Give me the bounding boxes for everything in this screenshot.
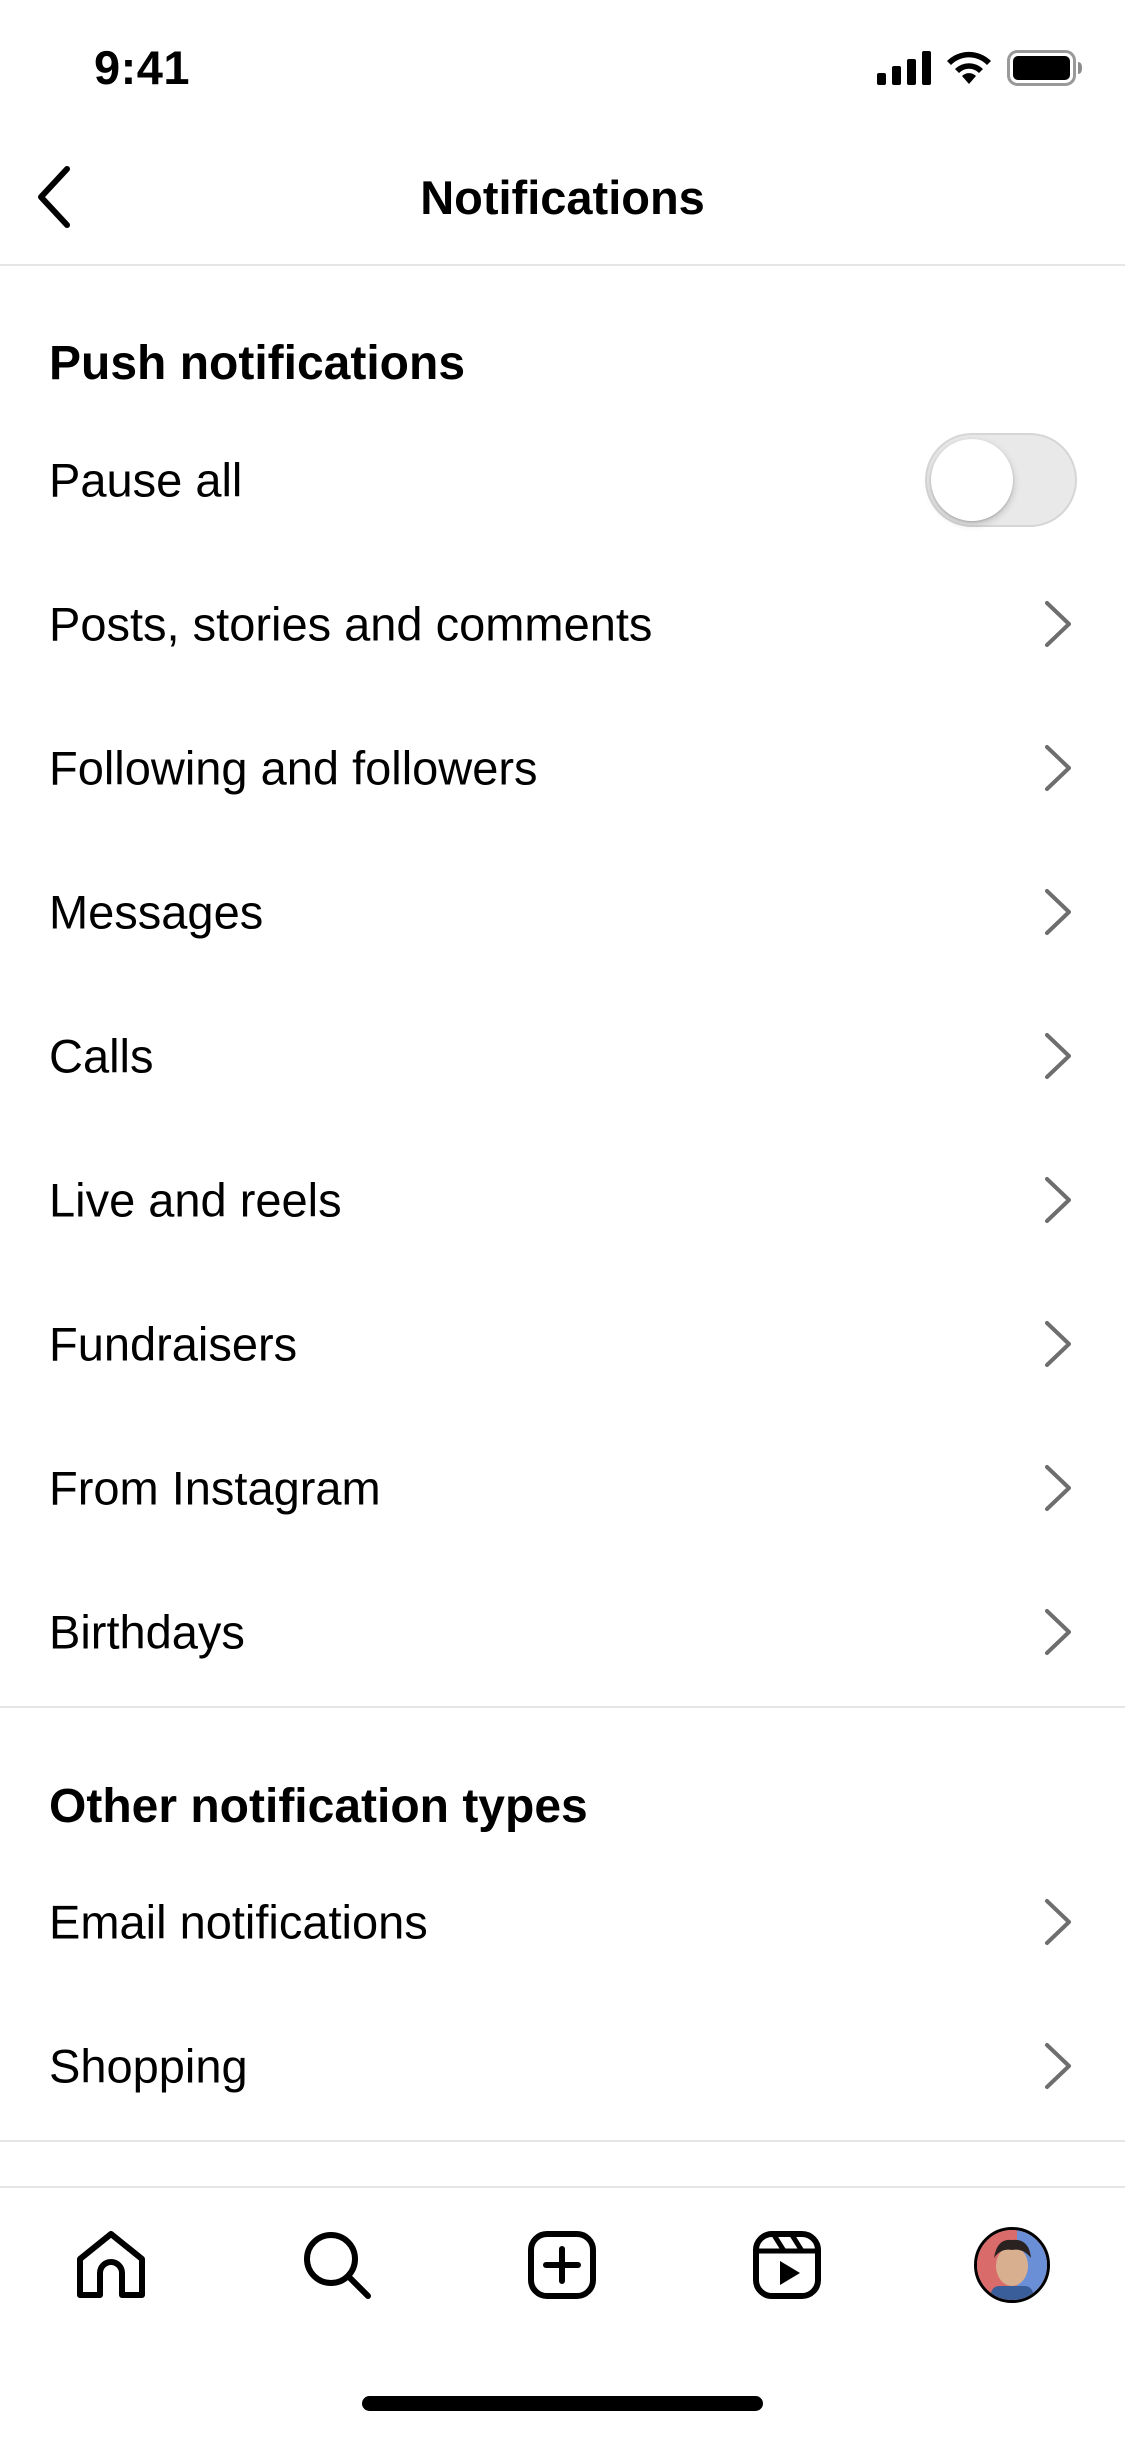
chevron-right-icon (1045, 1321, 1071, 1367)
chevron-right-icon (1045, 1177, 1071, 1223)
home-indicator (362, 2396, 763, 2411)
row-email-notifications[interactable]: Email notifications (0, 1850, 1125, 1994)
page-title: Notifications (420, 171, 705, 224)
row-label: Pause all (49, 453, 243, 507)
tab-home[interactable] (66, 2220, 156, 2310)
row-from-instagram[interactable]: From Instagram (0, 1416, 1125, 1560)
tab-search[interactable] (292, 2220, 382, 2310)
row-label: Messages (49, 885, 264, 939)
chevron-right-icon (1045, 601, 1071, 647)
chevron-right-icon (1045, 745, 1071, 791)
row-posts-stories-comments[interactable]: Posts, stories and comments (0, 552, 1125, 696)
reels-icon (753, 2231, 821, 2299)
chevron-right-icon (1045, 2043, 1071, 2089)
section-header-push-notifications: Push notifications (49, 337, 466, 390)
row-pause-all: Pause all (0, 408, 1125, 552)
row-calls[interactable]: Calls (0, 984, 1125, 1128)
status-time: 9:41 (94, 41, 191, 94)
section-header-other-notification-types: Other notification types (49, 1780, 588, 1833)
battery-icon (1007, 50, 1082, 86)
status-icons (877, 50, 1083, 86)
row-shopping[interactable]: Shopping (0, 1994, 1125, 2138)
tab-reels[interactable] (742, 2220, 832, 2310)
row-label: Live and reels (49, 1173, 342, 1227)
row-label: Email notifications (49, 1895, 428, 1949)
row-fundraisers[interactable]: Fundraisers (0, 1272, 1125, 1416)
avatar-photo (977, 2230, 1047, 2300)
toggle-knob (931, 439, 1013, 521)
row-following-followers[interactable]: Following and followers (0, 696, 1125, 840)
row-label: Following and followers (49, 741, 538, 795)
nav-bar: Notifications (0, 132, 1125, 266)
home-icon (77, 2231, 145, 2298)
avatar (974, 2227, 1050, 2303)
chevron-right-icon (1045, 889, 1071, 935)
row-label: Shopping (49, 2039, 248, 2093)
row-messages[interactable]: Messages (0, 840, 1125, 984)
chevron-right-icon (1045, 1465, 1071, 1511)
tab-create[interactable] (517, 2220, 607, 2310)
row-label: Calls (49, 1029, 154, 1083)
pause-all-toggle[interactable] (925, 433, 1077, 527)
section-divider (0, 2140, 1125, 2142)
wifi-icon (947, 51, 991, 84)
chevron-right-icon (1045, 1033, 1071, 1079)
status-bar: 9:41 (0, 0, 1125, 132)
row-label: From Instagram (49, 1461, 381, 1515)
chevron-right-icon (1045, 1899, 1071, 1945)
row-label: Birthdays (49, 1605, 245, 1659)
chevron-right-icon (1045, 1609, 1071, 1655)
row-label: Posts, stories and comments (49, 597, 653, 651)
row-birthdays[interactable]: Birthdays (0, 1560, 1125, 1704)
row-label: Fundraisers (49, 1317, 298, 1371)
row-live-reels[interactable]: Live and reels (0, 1128, 1125, 1272)
tab-profile[interactable] (967, 2220, 1057, 2310)
plus-square-icon (528, 2231, 596, 2299)
search-icon (304, 2232, 371, 2299)
cellular-signal-icon (877, 51, 931, 85)
section-divider (0, 1706, 1125, 1708)
